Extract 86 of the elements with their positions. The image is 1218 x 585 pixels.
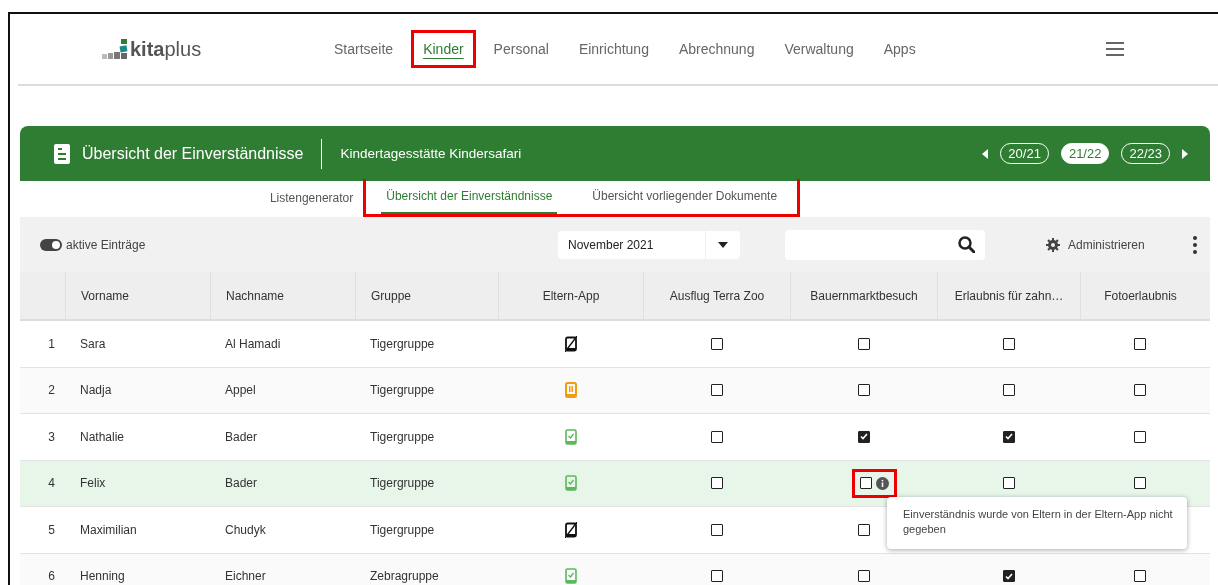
checkbox[interactable] (1134, 384, 1146, 397)
row-number: 1 (48, 336, 55, 351)
column-header: Eltern-App (498, 272, 643, 319)
table-cell: Henning (80, 569, 125, 584)
tooltip: Einverständnis wurde von Eltern in der Eltern-App nicht gegeben (887, 496, 1187, 550)
info-icon[interactable] (876, 476, 889, 490)
table-cell: Bader (225, 476, 258, 491)
menu-icon[interactable] (1105, 42, 1124, 56)
tab[interactable]: Übersicht vorliegender Dokumente (587, 179, 783, 214)
page-title: Übersicht der Einverständnisse (82, 144, 304, 163)
table-cell: Tigergruppe (370, 383, 435, 398)
nav-link[interactable]: Abrechnung (666, 30, 767, 68)
column-header: Bauernmarktbesuch (790, 272, 937, 319)
row-number: 5 (48, 522, 55, 537)
table-cell: Eichner (225, 569, 266, 584)
checkbox[interactable] (857, 570, 870, 583)
checkbox[interactable] (860, 477, 872, 490)
column-header: Vorname (65, 272, 210, 319)
column-header: Nachname (210, 272, 355, 319)
table-cell: Nadja (80, 383, 112, 398)
nav-link[interactable]: Einrichtung (566, 30, 661, 68)
table-row[interactable]: 2 Nadja Appel Tigergruppe (20, 367, 1210, 414)
month-dropdown[interactable]: November 2021 (558, 230, 740, 259)
column-header: Gruppe (355, 272, 498, 319)
table-cell: Felix (80, 476, 106, 491)
table-cell: Al Hamadi (225, 336, 281, 351)
search-icon[interactable] (958, 236, 975, 253)
table-cell: Sara (80, 336, 106, 351)
checkbox[interactable] (1002, 430, 1015, 443)
column-header: Fotoerlaubnis (1080, 272, 1200, 319)
checkbox[interactable] (857, 384, 870, 397)
checkbox[interactable] (710, 477, 723, 490)
table-cell: Appel (225, 383, 256, 398)
nav-link[interactable]: Personal (481, 30, 561, 68)
nav-link[interactable]: Kinder (411, 30, 476, 68)
toggle-label: aktive Einträge (66, 237, 146, 252)
checkbox[interactable] (1002, 384, 1015, 397)
checkbox[interactable] (710, 570, 723, 583)
table-cell: Maximilian (80, 522, 137, 537)
checkbox[interactable] (1002, 570, 1015, 583)
gear-icon (1046, 237, 1060, 252)
table-cell: Zebragruppe (370, 569, 439, 584)
column-header: Ausflug Terra Zoo (643, 272, 790, 319)
toggle-switch[interactable] (40, 238, 62, 251)
year-button[interactable]: 21/22 (1060, 143, 1110, 164)
column-header: Erlaubnis für zahn… (937, 272, 1080, 319)
nav-link[interactable]: Startseite (322, 30, 406, 68)
checkbox[interactable] (857, 523, 870, 536)
caret-icon (718, 241, 728, 248)
previous-icon[interactable] (982, 148, 989, 159)
table-cell: Nathalie (80, 429, 125, 444)
checkbox[interactable] (1134, 570, 1146, 583)
table-cell: Tigergruppe (370, 336, 435, 351)
more-icon[interactable] (1192, 235, 1197, 254)
checkbox[interactable] (1134, 337, 1146, 350)
checkbox[interactable] (1134, 430, 1146, 443)
checkbox[interactable] (857, 430, 870, 443)
checkbox[interactable] (1002, 477, 1015, 490)
administer-button[interactable]: Administrieren (1040, 236, 1151, 253)
table-cell: Tigergruppe (370, 476, 435, 491)
checkbox[interactable] (710, 384, 723, 397)
row-number: 6 (48, 569, 55, 584)
row-number: 4 (48, 476, 55, 491)
next-icon[interactable] (1182, 148, 1188, 159)
table-cell: Chudyk (225, 522, 266, 537)
table-cell: Tigergruppe (370, 429, 435, 444)
checkbox[interactable] (710, 337, 723, 350)
table-row[interactable]: 6 Henning Eichner Zebragruppe (20, 553, 1210, 585)
checkbox[interactable] (710, 523, 723, 536)
checkbox[interactable] (710, 430, 723, 443)
tab[interactable]: Übersicht der Einverständnisse (381, 179, 558, 214)
table-cell: Tigergruppe (370, 522, 435, 537)
tab[interactable]: Listengenerator (264, 181, 359, 217)
nav-link[interactable]: Verwaltung (772, 30, 866, 68)
document-icon (54, 143, 70, 164)
checkbox[interactable] (1002, 337, 1015, 350)
facility-name: Kindertagesstätte Kindersafari (340, 146, 522, 161)
checkbox[interactable] (857, 337, 870, 350)
search-field[interactable] (785, 229, 985, 260)
logo-icon (102, 38, 128, 61)
row-number: 2 (48, 383, 55, 398)
row-number: 3 (48, 429, 55, 444)
table-cell: Bader (225, 429, 258, 444)
nav-link[interactable]: Apps (871, 30, 928, 68)
logo-text: kitaplus (130, 37, 202, 61)
checkbox[interactable] (1134, 477, 1146, 490)
